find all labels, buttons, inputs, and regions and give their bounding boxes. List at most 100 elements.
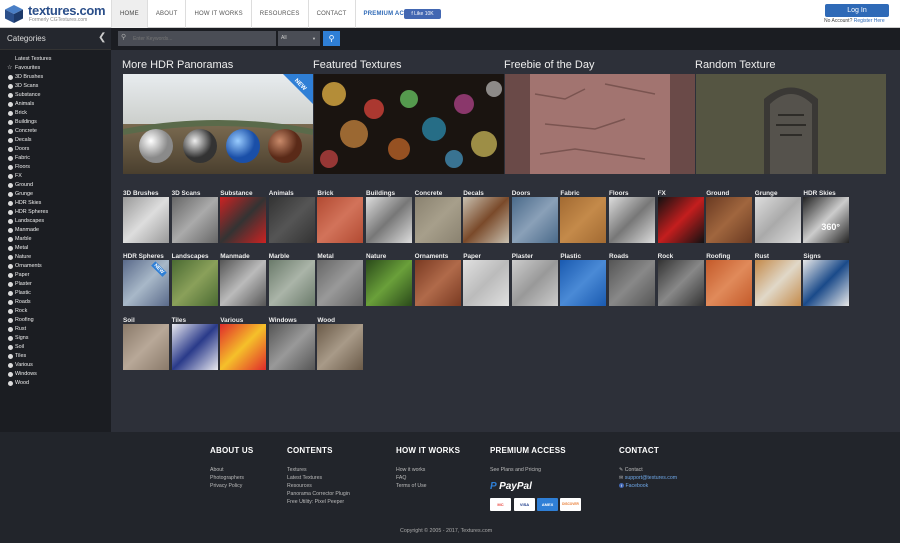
category-label[interactable]: Plastic bbox=[560, 253, 581, 260]
category-thumbnail-tiles[interactable] bbox=[171, 324, 218, 370]
sidebar-item-ground[interactable]: Ground bbox=[0, 181, 111, 190]
sidebar-item-nature[interactable]: Nature bbox=[0, 253, 111, 262]
footer-link-support-email[interactable]: ✉ support@textures.com bbox=[619, 475, 677, 481]
category-label[interactable]: 3D Scans bbox=[172, 190, 201, 197]
sidebar-item-landscapes[interactable]: Landscapes bbox=[0, 217, 111, 226]
category-thumbnail-paper[interactable] bbox=[463, 260, 510, 306]
hdr-panorama-image[interactable]: NEW bbox=[123, 74, 313, 174]
category-thumbnail-soil[interactable] bbox=[123, 324, 169, 370]
facebook-like-button[interactable]: f Like 10K bbox=[404, 9, 441, 19]
category-thumbnail-hdr-spheres[interactable]: NEW bbox=[123, 260, 169, 306]
nav-contact[interactable]: CONTACT bbox=[307, 0, 355, 28]
sidebar-item-hdr-spheres[interactable]: HDR Spheres bbox=[0, 208, 111, 217]
sidebar-item-paper[interactable]: Paper bbox=[0, 271, 111, 280]
sidebar-item-rock[interactable]: Rock bbox=[0, 307, 111, 316]
sidebar-item-floors[interactable]: Floors bbox=[0, 163, 111, 172]
category-thumbnail-nature[interactable] bbox=[366, 260, 412, 306]
sidebar-item-doors[interactable]: Doors bbox=[0, 145, 111, 154]
category-thumbnail-fx[interactable] bbox=[657, 197, 704, 243]
nav-home[interactable]: HOME bbox=[111, 0, 147, 28]
category-thumbnail-hdr-skies[interactable]: 360° bbox=[803, 197, 850, 243]
category-thumbnail-plastic[interactable] bbox=[560, 260, 607, 306]
category-label[interactable]: Soil bbox=[123, 317, 135, 324]
footer-link-facebook[interactable]: f Facebook bbox=[619, 483, 648, 489]
category-label[interactable]: Buildings bbox=[366, 190, 395, 197]
category-label[interactable]: Roads bbox=[609, 253, 629, 260]
sidebar-item-latest-textures[interactable]: Latest Textures bbox=[0, 55, 111, 64]
category-label[interactable]: Nature bbox=[366, 253, 386, 260]
category-thumbnail-roads[interactable] bbox=[609, 260, 655, 306]
category-thumbnail-rock[interactable] bbox=[657, 260, 704, 306]
category-label[interactable]: HDR Spheres bbox=[123, 253, 164, 260]
footer-link-pixel-peeper[interactable]: Free Utility: Pixel Peeper bbox=[287, 499, 344, 505]
footer-link-about[interactable]: About bbox=[210, 467, 224, 473]
category-label[interactable]: FX bbox=[658, 190, 666, 197]
sidebar-item-3d-brushes[interactable]: 3D Brushes bbox=[0, 73, 111, 82]
category-thumbnail-ornaments[interactable] bbox=[414, 260, 461, 306]
sidebar-item-concrete[interactable]: Concrete bbox=[0, 127, 111, 136]
sidebar-item-soil[interactable]: Soil bbox=[0, 343, 111, 352]
random-texture-image[interactable] bbox=[696, 74, 886, 174]
freebie-of-the-day-image[interactable] bbox=[505, 74, 695, 174]
category-thumbnail-3d-scans[interactable] bbox=[171, 197, 218, 243]
sidebar-item-metal[interactable]: Metal bbox=[0, 244, 111, 253]
category-label[interactable]: Grunge bbox=[755, 190, 778, 197]
sidebar-item-manmade[interactable]: Manmade bbox=[0, 226, 111, 235]
category-thumbnail-metal[interactable] bbox=[317, 260, 364, 306]
category-thumbnail-doors[interactable] bbox=[511, 197, 558, 243]
sidebar-item-decals[interactable]: Decals bbox=[0, 136, 111, 145]
sidebar-item-animals[interactable]: Animals bbox=[0, 100, 111, 109]
footer-link-contact[interactable]: ✎ Contact bbox=[619, 467, 643, 473]
category-label[interactable]: Metal bbox=[317, 253, 333, 260]
featured-textures-image[interactable] bbox=[314, 74, 504, 174]
footer-link-photographers[interactable]: Photographers bbox=[210, 475, 244, 481]
logo[interactable]: textures.com Formerly CGTextures.com bbox=[4, 3, 106, 25]
category-thumbnail-wood[interactable] bbox=[317, 324, 364, 370]
footer-link-textures[interactable]: Textures bbox=[287, 467, 307, 473]
category-label[interactable]: Floors bbox=[609, 190, 629, 197]
nav-about[interactable]: ABOUT bbox=[146, 0, 186, 28]
sidebar-item-3d-scans[interactable]: 3D Scans bbox=[0, 82, 111, 91]
category-label[interactable]: Ornaments bbox=[415, 253, 449, 260]
sidebar-item-roads[interactable]: Roads bbox=[0, 298, 111, 307]
category-label[interactable]: Plaster bbox=[512, 253, 533, 260]
category-thumbnail-marble[interactable] bbox=[268, 260, 315, 306]
category-label[interactable]: Brick bbox=[317, 190, 333, 197]
footer-link-terms[interactable]: Terms of Use bbox=[396, 483, 427, 489]
category-label[interactable]: Rust bbox=[755, 253, 769, 260]
sidebar-item-rust[interactable]: Rust bbox=[0, 325, 111, 334]
login-button[interactable]: Log In bbox=[825, 4, 889, 17]
sidebar-item-fabric[interactable]: Fabric bbox=[0, 154, 111, 163]
category-label[interactable]: Wood bbox=[317, 317, 335, 324]
category-thumbnail-floors[interactable] bbox=[609, 197, 655, 243]
sidebar-item-favourites[interactable]: ☆ Favourites bbox=[0, 64, 111, 73]
category-thumbnail-plaster[interactable] bbox=[511, 260, 558, 306]
category-thumbnail-grunge[interactable] bbox=[754, 197, 801, 243]
sidebar-item-plastic[interactable]: Plastic bbox=[0, 289, 111, 298]
category-thumbnail-windows[interactable] bbox=[268, 324, 315, 370]
nav-resources[interactable]: RESOURCES bbox=[250, 0, 308, 28]
category-thumbnail-rust[interactable] bbox=[754, 260, 801, 306]
sidebar-item-various[interactable]: Various bbox=[0, 361, 111, 370]
register-link[interactable]: Register Here bbox=[854, 18, 885, 24]
category-label[interactable]: Landscapes bbox=[172, 253, 209, 260]
category-thumbnail-manmade[interactable] bbox=[220, 260, 267, 306]
sidebar-item-wood[interactable]: Wood bbox=[0, 379, 111, 388]
sidebar-item-hdr-skies[interactable]: HDR Skies bbox=[0, 199, 111, 208]
category-label[interactable]: Paper bbox=[463, 253, 481, 260]
category-thumbnail-roofing[interactable] bbox=[706, 260, 753, 306]
search-button[interactable]: ⚲ bbox=[323, 31, 340, 46]
footer-link-how-it-works[interactable]: How it works bbox=[396, 467, 425, 473]
category-thumbnail-animals[interactable] bbox=[268, 197, 315, 243]
category-thumbnail-fabric[interactable] bbox=[560, 197, 607, 243]
category-label[interactable]: Rock bbox=[658, 253, 674, 260]
category-label[interactable]: Ground bbox=[706, 190, 729, 197]
category-label[interactable]: Roofing bbox=[706, 253, 730, 260]
sidebar-item-tiles[interactable]: Tiles bbox=[0, 352, 111, 361]
sidebar-item-fx[interactable]: FX bbox=[0, 172, 111, 181]
search-input[interactable] bbox=[118, 31, 276, 46]
category-thumbnail-substance[interactable] bbox=[220, 197, 267, 243]
category-label[interactable]: Tiles bbox=[172, 317, 186, 324]
footer-link-panorama-plugin[interactable]: Panorama Corrector Plugin bbox=[287, 491, 350, 497]
search-category-select[interactable]: All ▼ bbox=[278, 31, 320, 46]
